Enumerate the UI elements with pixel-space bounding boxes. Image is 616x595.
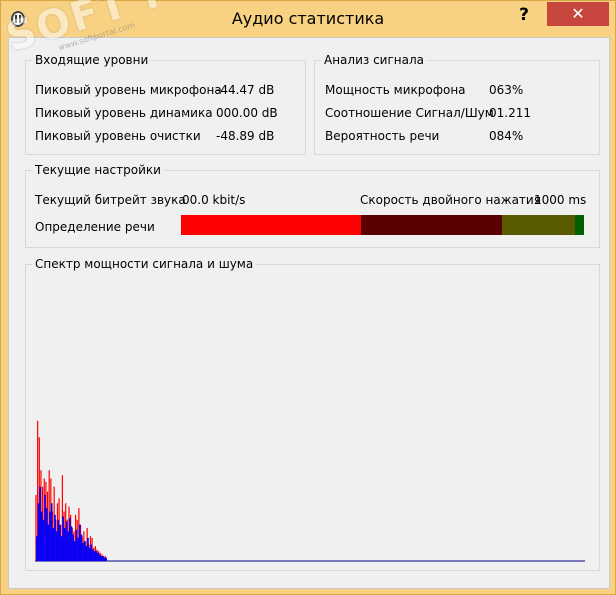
signal-bar: [87, 537, 89, 561]
signal-bar: [82, 542, 84, 561]
signal-analysis-group: Анализ сигнала Мощность микрофона 063% С…: [314, 53, 600, 155]
incoming-levels-legend: Входящие уровни: [32, 53, 152, 67]
signal-bar: [50, 503, 53, 561]
signal-bar: [103, 557, 106, 561]
double-click-speed-label: Скорость двойного нажатия: [360, 193, 541, 207]
mic-peak-label: Пиковый уровень микрофона: [35, 83, 222, 97]
mic-power-label: Мощность микрофона: [325, 83, 466, 97]
speech-bar-segment: [181, 215, 362, 235]
mic-power-value: 063%: [489, 83, 524, 97]
signal-bar: [40, 511, 43, 561]
signal-bar: [37, 503, 40, 561]
signal-bar: [44, 495, 46, 561]
spectrum-plot: [35, 420, 585, 562]
client-area: Входящие уровни Пиковый уровень микрофон…: [8, 37, 610, 589]
audio-stats-window: Аудио статистика ? ✕ Входящие уровни Пик…: [0, 0, 616, 595]
signal-analysis-legend: Анализ сигнала: [321, 53, 427, 67]
signal-bar: [73, 541, 76, 561]
speech-detection-bar: [181, 215, 584, 235]
signal-bar: [77, 537, 79, 561]
signal-bar: [83, 541, 86, 561]
signal-bar: [65, 521, 68, 561]
speech-bar-segment: [361, 215, 503, 235]
signal-bar: [85, 546, 88, 561]
signal-bar: [62, 516, 65, 561]
help-button[interactable]: ?: [510, 5, 538, 25]
signal-bar: [70, 526, 73, 561]
signal-bar: [98, 554, 101, 561]
signal-bar: [105, 557, 107, 561]
signal-bar: [80, 534, 83, 561]
signal-bar: [55, 531, 58, 561]
signal-bar: [54, 514, 56, 561]
speech-probability-label: Вероятность речи: [325, 129, 440, 143]
close-button[interactable]: ✕: [547, 2, 609, 26]
incoming-levels-group: Входящие уровни Пиковый уровень микрофон…: [25, 53, 306, 155]
speaker-peak-value: 000.00 dB: [216, 106, 278, 120]
current-settings-group: Текущие настройки: [25, 163, 600, 248]
mic-peak-value: -44.47 dB: [216, 83, 275, 97]
snr-value: 01.211: [489, 106, 531, 120]
signal-bar: [45, 508, 48, 561]
signal-bar: [88, 547, 91, 561]
signal-bar: [52, 528, 55, 561]
snr-label: Соотношение Сигнал/Шум: [325, 106, 494, 120]
speaker-peak-label: Пиковый уровень динамика: [35, 106, 213, 120]
speech-probability-value: 084%: [489, 129, 524, 143]
cleanup-peak-label: Пиковый уровень очистки: [35, 129, 201, 143]
double-click-speed-value: 1000 ms: [534, 193, 587, 207]
signal-bar: [49, 511, 51, 561]
bitrate-value: 00.0 kbit/s: [182, 193, 246, 207]
signal-bar: [75, 529, 78, 561]
bitrate-label: Текущий битрейт звука: [35, 193, 186, 207]
signal-bar: [95, 551, 98, 561]
signal-bar: [90, 544, 93, 561]
signal-bar: [57, 519, 60, 561]
cleanup-peak-value: -48.89 dB: [216, 129, 275, 143]
signal-bar: [102, 556, 104, 561]
signal-bar: [64, 528, 66, 561]
spectrum-legend: Спектр мощности сигнала и шума: [32, 257, 257, 271]
signal-bar: [72, 534, 74, 561]
signal-bar: [67, 531, 69, 561]
speech-bar-segment: [574, 215, 584, 235]
signal-bar: [59, 524, 61, 561]
signal-bar: [78, 524, 81, 561]
signal-bar: [36, 536, 38, 561]
signal-bar: [39, 486, 41, 561]
signal-bar: [42, 519, 45, 561]
speech-bar-segment: [502, 215, 575, 235]
signal-bar: [47, 524, 50, 561]
signal-bar: [92, 549, 94, 561]
speech-detection-label: Определение речи: [35, 220, 155, 234]
title-bar[interactable]: Аудио статистика ? ✕: [1, 1, 615, 37]
signal-bar: [69, 518, 71, 561]
signal-bar: [93, 551, 96, 561]
signal-bar: [60, 536, 63, 561]
signal-bar: [100, 556, 102, 561]
current-settings-legend: Текущие настройки: [32, 163, 164, 177]
signal-bar: [97, 552, 99, 561]
